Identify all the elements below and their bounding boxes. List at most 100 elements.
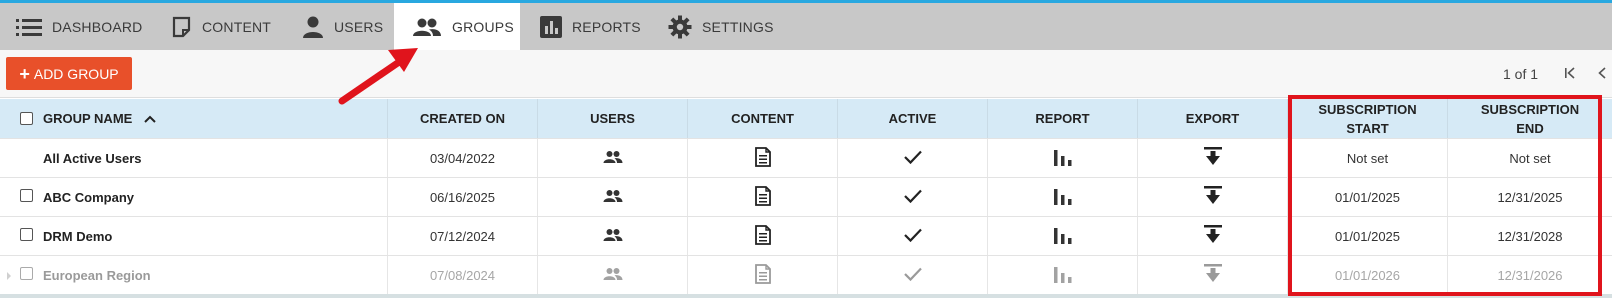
cell-content [687, 217, 837, 255]
table-row[interactable]: All Active Users 03/04/2022 Not set Not set [0, 138, 1612, 177]
nav-groups[interactable]: GROUPS [394, 3, 520, 50]
users-icon[interactable] [603, 267, 623, 284]
header-subscription-start-line2: START [1346, 120, 1389, 136]
header-export: EXPORT [1137, 99, 1287, 138]
header-report: REPORT [987, 99, 1137, 138]
nav-reports[interactable]: REPORTS [540, 3, 650, 50]
checkmark-icon [903, 227, 923, 246]
nav-settings[interactable]: SETTINGS [668, 3, 788, 50]
bar-chart-icon [540, 15, 562, 38]
cell-content [687, 256, 837, 294]
select-all-checkbox[interactable] [20, 112, 33, 125]
document-icon [172, 16, 192, 38]
header-subscription-end[interactable]: SUBSCRIPTION END [1447, 99, 1612, 138]
cell-users [537, 178, 687, 216]
table-row[interactable]: ABC Company 06/16/2025 01/01/2025 12/31/202… [0, 177, 1612, 216]
content-document-icon[interactable] [754, 185, 771, 209]
checkmark-icon [903, 266, 923, 285]
checkmark-icon [903, 188, 923, 207]
header-content: CONTENT [687, 99, 837, 138]
cell-subscription-end: 12/31/2026 [1447, 256, 1612, 294]
checkmark-icon [903, 149, 923, 168]
cell-users [537, 256, 687, 294]
header-created-on[interactable]: CREATED ON [387, 99, 537, 138]
grid-footer-bar [0, 294, 1612, 298]
nav-label: SETTINGS [702, 18, 774, 35]
bar-chart-icon[interactable] [1053, 187, 1073, 208]
download-icon[interactable] [1203, 263, 1222, 287]
table-row[interactable]: DRM Demo 07/12/2024 01/01/2025 12/31/2028 [0, 216, 1612, 255]
users-icon[interactable] [603, 228, 623, 245]
nav-users[interactable]: USERS [302, 3, 392, 50]
header-subscription-end-line1: SUBSCRIPTION [1480, 101, 1580, 117]
bar-chart-icon[interactable] [1053, 148, 1073, 169]
bar-chart-icon[interactable] [1053, 226, 1073, 247]
header-group-name[interactable]: GROUP NAME [0, 99, 387, 138]
row-checkbox[interactable] [20, 267, 33, 280]
cell-active [837, 256, 987, 294]
cell-subscription-start: 01/01/2025 [1287, 217, 1447, 255]
row-checkbox[interactable] [20, 189, 33, 202]
nav-label: REPORTS [572, 18, 641, 35]
cell-report [987, 256, 1137, 294]
cell-subscription-end: Not set [1447, 139, 1612, 177]
cell-group-name: DRM Demo [0, 217, 387, 255]
main-nav: DASHBOARD CONTENT USERS GROUPS REPORTS S… [0, 3, 1612, 50]
gear-icon [668, 15, 692, 39]
cell-report [987, 139, 1137, 177]
add-group-label: ADD GROUP [33, 65, 119, 82]
bar-chart-icon[interactable] [1053, 265, 1073, 286]
table-row[interactable]: European Region 07/08/2024 01/01/2026 12/31… [0, 255, 1612, 294]
cell-group-name: European Region [0, 256, 387, 294]
cell-active [837, 139, 987, 177]
cell-export [1137, 217, 1287, 255]
toolbar: + ADD GROUP 1 of 1 [0, 50, 1612, 98]
cell-report [987, 217, 1137, 255]
cell-content [687, 178, 837, 216]
expand-row-icon[interactable] [6, 269, 12, 284]
group-name-link[interactable]: DRM Demo [43, 229, 112, 244]
header-active: ACTIVE [837, 99, 987, 138]
users-icon[interactable] [603, 150, 623, 167]
users-icon[interactable] [603, 189, 623, 206]
cell-content [687, 139, 837, 177]
cell-export [1137, 256, 1287, 294]
download-icon[interactable] [1203, 185, 1222, 209]
header-subscription-start[interactable]: SUBSCRIPTION START [1287, 99, 1447, 138]
sort-ascending-icon [144, 109, 157, 128]
groups-grid: GROUP NAME CREATED ON USERS CONTENT ACTI… [0, 99, 1612, 298]
group-name-link[interactable]: All Active Users [43, 151, 142, 166]
cell-active [837, 217, 987, 255]
prev-page-icon[interactable] [1595, 66, 1609, 80]
cell-created-on: 07/12/2024 [387, 217, 537, 255]
row-checkbox[interactable] [20, 228, 33, 241]
cell-subscription-start: 01/01/2025 [1287, 178, 1447, 216]
content-document-icon[interactable] [754, 263, 771, 287]
download-icon[interactable] [1203, 224, 1222, 248]
header-subscription-end-line2: END [1516, 120, 1544, 136]
cell-users [537, 217, 687, 255]
first-page-icon[interactable] [1563, 66, 1577, 80]
cell-subscription-start: Not set [1287, 139, 1447, 177]
cell-created-on: 06/16/2025 [387, 178, 537, 216]
download-icon[interactable] [1203, 146, 1222, 170]
group-name-link[interactable]: European Region [43, 268, 151, 283]
cell-export [1137, 178, 1287, 216]
nav-label: GROUPS [452, 18, 514, 35]
cell-subscription-end: 12/31/2025 [1447, 178, 1612, 216]
cell-group-name: ABC Company [0, 178, 387, 216]
content-document-icon[interactable] [754, 146, 771, 170]
cell-subscription-start: 01/01/2026 [1287, 256, 1447, 294]
nav-label: CONTENT [202, 18, 272, 35]
plus-icon: + [19, 63, 30, 84]
cell-report [987, 178, 1137, 216]
add-group-button[interactable]: + ADD GROUP [6, 57, 132, 90]
group-name-link[interactable]: ABC Company [43, 190, 134, 205]
cell-export [1137, 139, 1287, 177]
header-group-name-label: GROUP NAME [43, 111, 133, 126]
content-document-icon[interactable] [754, 224, 771, 248]
nav-label: DASHBOARD [52, 18, 143, 35]
cell-created-on: 07/08/2024 [387, 256, 537, 294]
nav-dashboard[interactable]: DASHBOARD [14, 3, 144, 50]
nav-content[interactable]: CONTENT [172, 3, 282, 50]
